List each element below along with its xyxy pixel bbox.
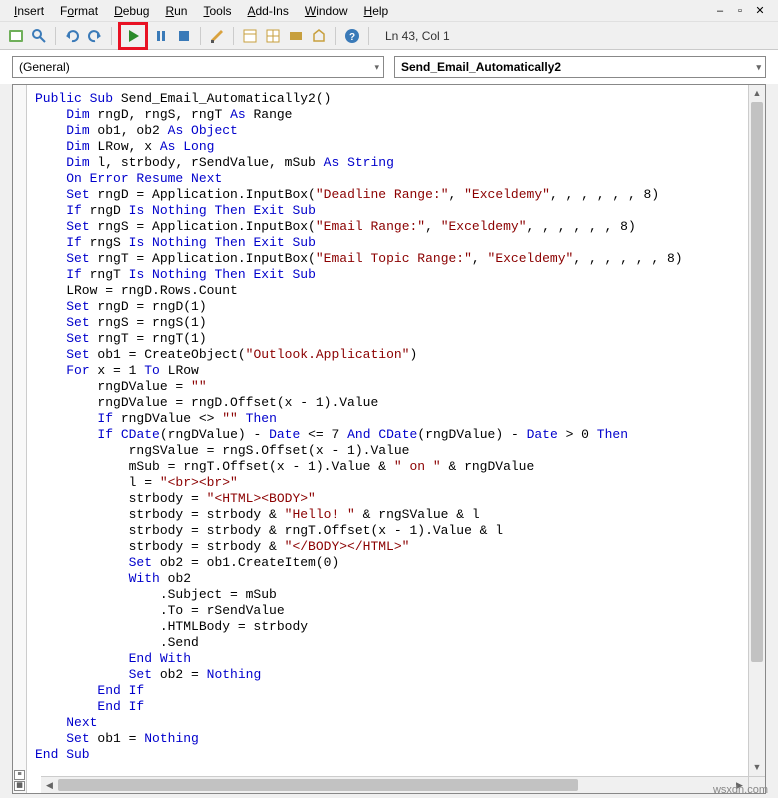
svg-text:?: ? bbox=[349, 32, 355, 43]
menu-help[interactable]: Help bbox=[356, 2, 397, 20]
chevron-down-icon: ▾ bbox=[374, 62, 379, 73]
object-browser-icon[interactable] bbox=[286, 26, 306, 46]
minimize-button[interactable]: – bbox=[712, 4, 728, 18]
code-dropdowns: (General) ▾ Send_Email_Automatically2 ▾ bbox=[0, 50, 778, 84]
menu-tools[interactable]: Tools bbox=[195, 2, 239, 20]
find-icon[interactable] bbox=[29, 26, 49, 46]
close-button[interactable]: ✕ bbox=[752, 4, 768, 18]
code-editor[interactable]: Public Sub Send_Email_Automatically2() D… bbox=[27, 85, 765, 769]
menu-window[interactable]: Window bbox=[297, 2, 356, 20]
scroll-up-icon[interactable]: ▲ bbox=[749, 85, 765, 102]
menu-run[interactable]: Run bbox=[157, 2, 195, 20]
toolbox-icon[interactable] bbox=[309, 26, 329, 46]
break-button[interactable] bbox=[151, 26, 171, 46]
full-module-view-icon[interactable]: ▦ bbox=[14, 781, 25, 791]
procedure-view-icon[interactable]: ≡ bbox=[14, 770, 25, 780]
menubar: InsertFormatDebugRunToolsAdd-InsWindowHe… bbox=[0, 0, 778, 22]
menu-insert[interactable]: Insert bbox=[6, 2, 52, 20]
margin-indicator: ≡ ▦ bbox=[13, 85, 27, 793]
object-dropdown[interactable]: (General) ▾ bbox=[12, 56, 384, 78]
object-dropdown-label: (General) bbox=[19, 60, 70, 74]
vertical-scrollbar[interactable]: ▲ ▼ bbox=[748, 85, 765, 776]
help-icon[interactable]: ? bbox=[342, 26, 362, 46]
run-button[interactable] bbox=[123, 26, 143, 46]
properties-icon[interactable] bbox=[263, 26, 283, 46]
chevron-down-icon: ▾ bbox=[756, 62, 761, 73]
procedure-dropdown[interactable]: Send_Email_Automatically2 ▾ bbox=[394, 56, 766, 78]
project-explorer-icon[interactable] bbox=[240, 26, 260, 46]
scroll-left-icon[interactable]: ◀ bbox=[41, 777, 58, 793]
code-pane: ≡ ▦ Public Sub Send_Email_Automatically2… bbox=[12, 84, 766, 794]
menu-debug[interactable]: Debug bbox=[106, 2, 157, 20]
horizontal-scrollbar[interactable]: ◀ ▶ bbox=[41, 776, 748, 793]
toolbar: ? Ln 43, Col 1 bbox=[0, 22, 778, 50]
design-mode-icon[interactable] bbox=[207, 26, 227, 46]
watermark: wsxdn.com bbox=[713, 784, 768, 796]
menu-add-ins[interactable]: Add-Ins bbox=[239, 2, 296, 20]
scroll-thumb[interactable] bbox=[751, 102, 763, 662]
menu-format[interactable]: Format bbox=[52, 2, 106, 20]
redo-icon[interactable] bbox=[85, 26, 105, 46]
excel-icon[interactable] bbox=[6, 26, 26, 46]
cursor-position: Ln 43, Col 1 bbox=[385, 29, 450, 43]
scroll-down-icon[interactable]: ▼ bbox=[749, 759, 765, 776]
undo-icon[interactable] bbox=[62, 26, 82, 46]
procedure-dropdown-label: Send_Email_Automatically2 bbox=[401, 60, 561, 74]
run-highlight bbox=[118, 22, 148, 50]
restore-button[interactable]: ▫ bbox=[732, 4, 748, 18]
reset-button[interactable] bbox=[174, 26, 194, 46]
scroll-thumb[interactable] bbox=[58, 779, 578, 791]
